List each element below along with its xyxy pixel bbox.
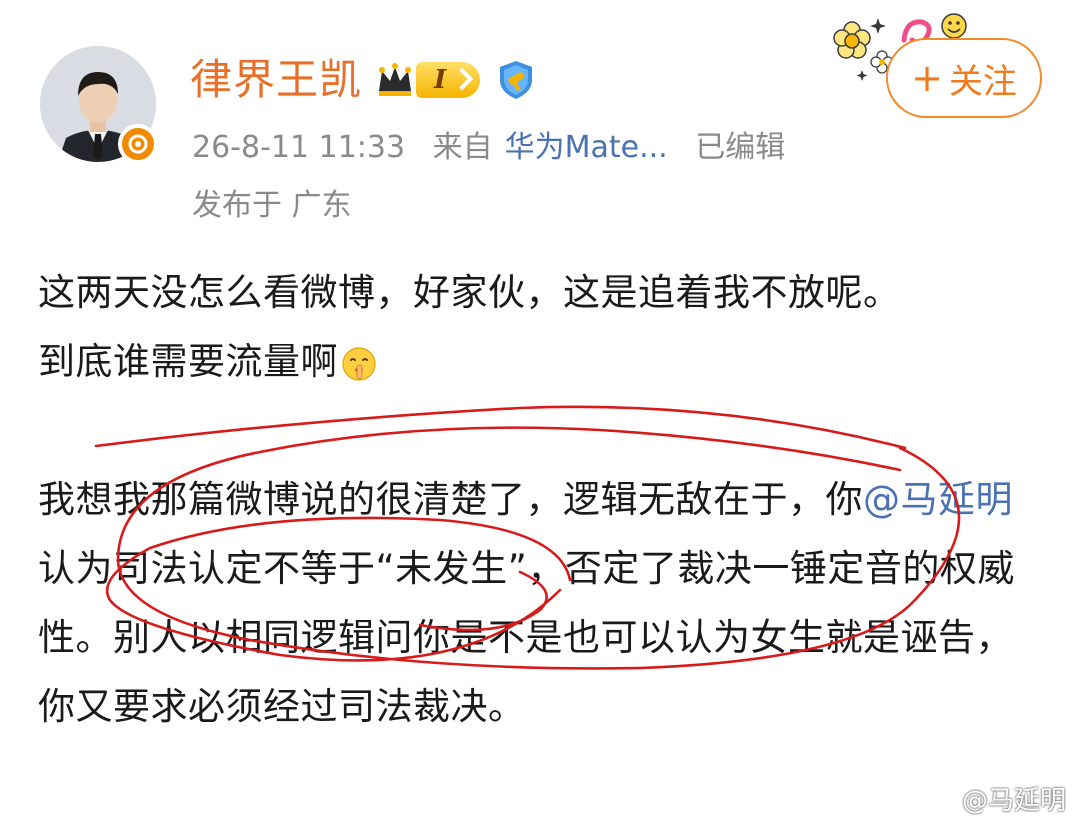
shush-emoji-icon [342, 346, 376, 381]
post-line-2: 到底谁需要流量啊 [38, 327, 1048, 396]
post-time: 26-8-11 11:33 [192, 130, 406, 165]
verified-shield-icon [500, 61, 533, 99]
check-icon [128, 134, 148, 154]
verified-badge [118, 124, 158, 164]
watermark-text: @马延明 [961, 786, 1066, 816]
username-row: 律界王凯 I [190, 50, 538, 110]
source-device-link[interactable]: 华为Mate... [505, 130, 668, 165]
post-meta: 26-8-11 11:33 来自 华为Mate... 已编辑 [192, 126, 785, 170]
weibo-watermark: @马延明 [926, 780, 1066, 817]
level-badge: I [416, 62, 481, 98]
post-paragraph-2: 我想我那篇微博说的很清楚了，逻辑无敌在于，你@马延明 认为司法认定不等于“未发生… [38, 465, 1048, 741]
post-line-1: 这两天没怎么看微博，好家伙，这是追着我不放呢。 [38, 271, 901, 314]
follow-button[interactable]: + 关注 [886, 38, 1042, 118]
paragraph-2-end: 认为司法认定不等于“未发生”，否定了裁决一锤定音的权威性。别人以相同逻辑问你是不… [38, 547, 1015, 728]
username[interactable]: 律界王凯 [190, 59, 362, 101]
source-prefix: 来自 [432, 130, 493, 165]
weibo-logo-icon [926, 789, 954, 810]
paragraph-2-start: 我想我那篇微博说的很清楚了，逻辑无敌在于，你 [38, 478, 863, 521]
mention-link[interactable]: @马延明 [863, 478, 1013, 521]
post-location: 发布于 广东 [192, 188, 352, 223]
edited-label[interactable]: 已编辑 [695, 130, 785, 165]
post-line-2-text: 到底谁需要流量啊 [38, 340, 338, 383]
post-content: 这两天没怎么看微博，好家伙，这是追着我不放呢。 到底谁需要流量啊 我想我那篇微博… [38, 258, 1048, 741]
plus-icon: + [911, 56, 943, 100]
follow-label: 关注 [948, 61, 1017, 102]
crown-icon [379, 63, 412, 96]
